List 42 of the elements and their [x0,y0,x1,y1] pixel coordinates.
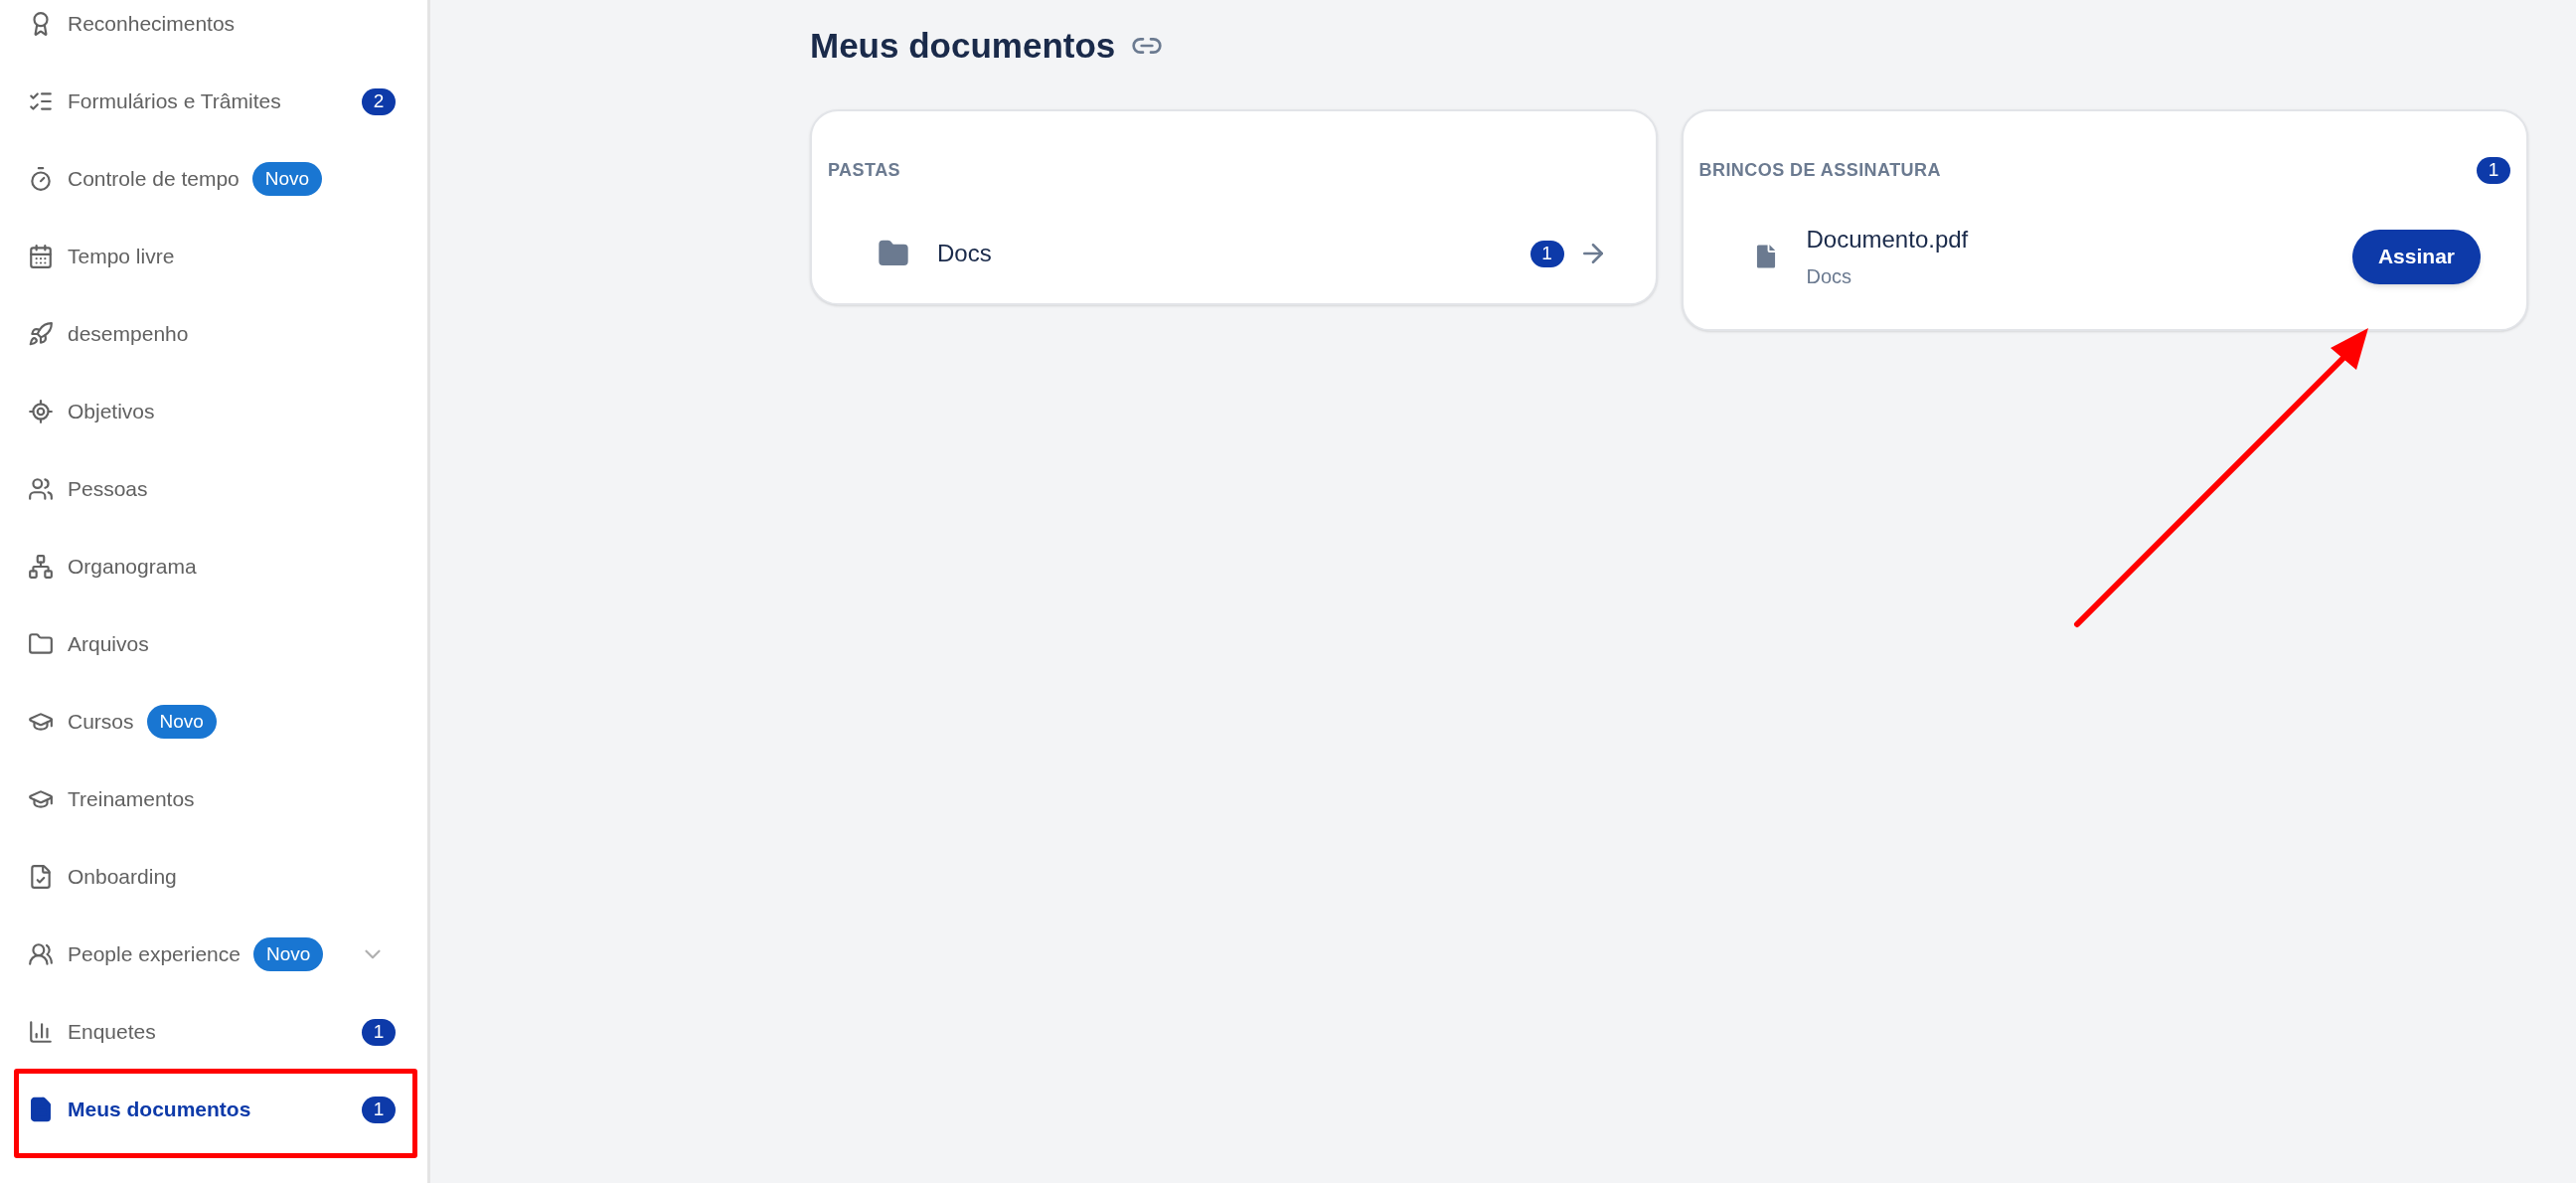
file-check-icon [28,864,54,890]
count-badge: 1 [2477,157,2510,184]
sidebar-item[interactable]: Onboarding [0,838,427,916]
count-badge: 1 [362,1096,396,1123]
count-badge: 1 [1530,240,1564,267]
count-badge: 1 [362,1018,396,1046]
new-tag: Novo [146,704,217,740]
new-tag: Novo [252,936,324,972]
folder-row[interactable]: Docs 1 [828,234,1640,273]
page-title: Meus documentos [810,24,1116,67]
org-chart-icon [28,554,54,580]
section-heading: PASTAS [828,159,902,182]
sidebar-item[interactable]: Enquetes 1 [0,993,427,1071]
sidebar-item[interactable]: Controle de tempo Novo [0,140,427,218]
sidebar-item[interactable]: Objetivos [0,373,427,450]
group-icon [28,941,54,967]
sidebar-item[interactable]: Reconhecimentos [0,0,427,63]
file-folder: Docs [1806,264,1853,289]
sidebar-item[interactable]: Formulários e Trâmites 2 [0,63,427,140]
folder-name: Docs [937,239,992,268]
bar-chart-icon [28,1019,54,1045]
people-icon [28,476,54,502]
target-icon [28,399,54,424]
sidebar-item[interactable]: Meus documentos 1 [0,1071,427,1148]
sign-button[interactable]: Assinar [2351,229,2481,284]
sidebar-item[interactable]: Tempo livre [0,218,427,295]
count-badge: 2 [362,87,396,115]
section-heading: BRINCOS DE ASSINATURA [1698,159,1941,182]
sidebar-item[interactable]: Treinamentos [0,760,427,838]
sidebar-item[interactable]: Organograma [0,528,427,605]
stopwatch-icon [28,166,54,192]
rocket-icon [28,321,54,347]
new-tag: Novo [251,161,323,197]
sidebar-item[interactable]: desempenho [0,295,427,373]
calendar-icon [28,244,54,269]
document-icon [28,1097,54,1122]
sidebar-item[interactable]: Pessoas [0,450,427,528]
file-name: Documento.pdf [1806,225,1969,254]
sidebar-item[interactable]: People experience Novo [0,916,427,993]
sidebar-item[interactable]: Cursos Novo [0,683,427,760]
sidebar-item[interactable]: Arquivos [0,605,427,683]
folder-icon [28,631,54,657]
